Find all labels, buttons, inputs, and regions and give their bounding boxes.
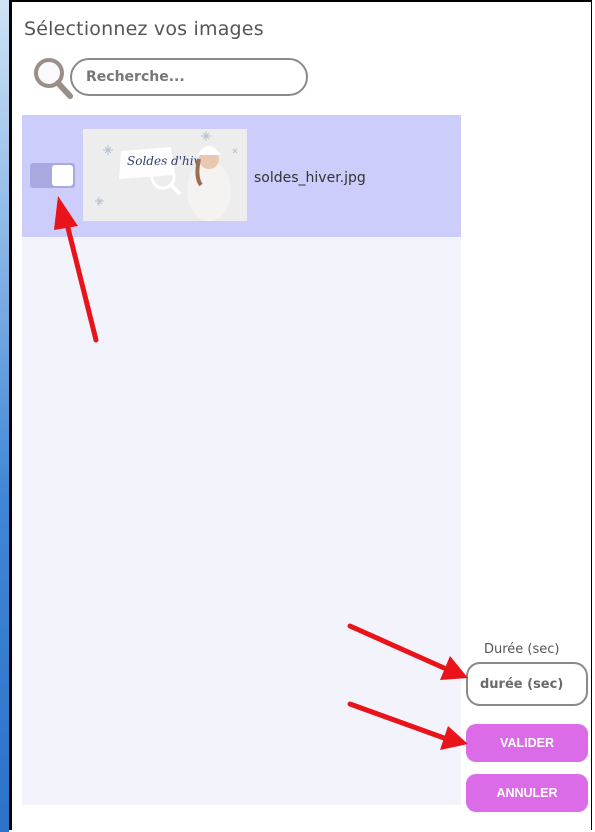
image-list: Soldes d'hiver soldes_hiver.jpg <box>22 115 461 805</box>
dialog-title: Sélectionnez vos images <box>24 18 264 40</box>
toggle-knob <box>52 165 73 186</box>
search-input[interactable] <box>70 58 308 96</box>
window-edge <box>0 0 9 832</box>
duration-input[interactable] <box>466 662 588 706</box>
cancel-button[interactable]: ANNULER <box>466 774 588 812</box>
image-list-item[interactable]: Soldes d'hiver soldes_hiver.jpg <box>22 115 461 237</box>
image-thumbnail[interactable]: Soldes d'hiver <box>83 129 247 221</box>
thumbnail-art: Soldes d'hiver <box>83 129 247 221</box>
validate-button[interactable]: VALIDER <box>466 724 588 762</box>
duration-label: Durée (sec) <box>484 642 560 657</box>
image-select-toggle[interactable] <box>30 163 75 188</box>
image-filename: soldes_hiver.jpg <box>254 170 366 186</box>
